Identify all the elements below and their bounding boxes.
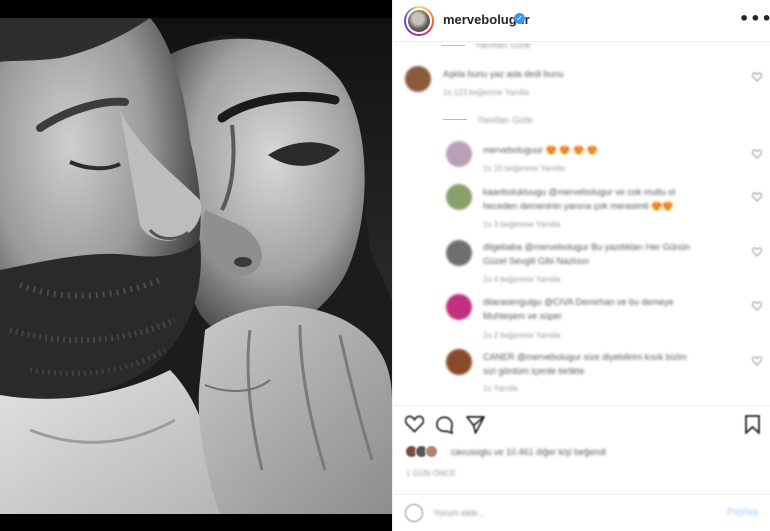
- verified-badge-icon: ✓: [514, 13, 525, 24]
- comment-input[interactable]: Yorum ekle...: [433, 508, 485, 518]
- comment-text-line2: Güzel Sevgili Gibi Nazlısın: [483, 256, 590, 266]
- comment-text: Aşkla bunu yaz ada dedi bunu: [443, 69, 564, 79]
- comment-text: kaanbolukluugu @mervebolugur ve cok mutl…: [483, 187, 676, 197]
- comment-icon[interactable]: [435, 415, 454, 434]
- comment-heart-icon[interactable]: [752, 247, 762, 257]
- comment-avatar[interactable]: [446, 240, 472, 266]
- couple-photo-image: [0, 0, 392, 531]
- comment-avatar[interactable]: [446, 349, 472, 375]
- bookmark-icon[interactable]: [745, 415, 760, 434]
- replies-divider: [441, 45, 465, 46]
- comment-text-line2: sizi gördüm içerde birlikte: [483, 366, 585, 376]
- comment-meta: 1s 4 beğenme Yanıtla: [483, 275, 561, 284]
- heart-icon[interactable]: [405, 415, 424, 433]
- comment-meta: 1s 10 beğenme Yanıtla: [483, 164, 565, 173]
- comment-avatar[interactable]: [446, 141, 472, 167]
- action-bar: [393, 405, 770, 441]
- profile-avatar[interactable]: [404, 6, 434, 36]
- add-comment-bar: Yorum ekle... Paylaş: [393, 494, 770, 531]
- replies-divider: [443, 119, 467, 120]
- instagram-post-window: mervebolugur ✓ ••• Yanıtları Gizle Aşkla…: [0, 0, 770, 531]
- comment-avatar[interactable]: [405, 66, 431, 92]
- comment-meta: 1s 123 beğenme Yanıtla: [443, 88, 529, 97]
- comment-heart-icon[interactable]: [752, 301, 762, 311]
- likes-text: cavusoglu ve 10.461 diğer kişi beğendi: [451, 447, 607, 457]
- comment-heart-icon[interactable]: [752, 149, 762, 159]
- comment-text-line2: Muhteşem ve süper: [483, 311, 563, 321]
- comment-meta: 1s Yanıtla: [483, 384, 518, 393]
- comment-text: dilgebaba @mervebolugur Bu yazdıkları He…: [483, 242, 690, 252]
- comment-text: dilarasengulgu @CIVA Demirhan ve bu deme…: [483, 297, 674, 307]
- post-photo[interactable]: [0, 0, 392, 531]
- comment-text: CANER @mervebolugur size diyebilirim kıs…: [483, 352, 687, 362]
- comment-meta: 1s 2 beğenme Yanıtla: [483, 331, 561, 340]
- comment-text-line2: heceden demeninin yanına çok merasimli 😍…: [483, 201, 674, 211]
- hide-replies-link[interactable]: Yanıtları Gizle: [477, 114, 533, 126]
- post-date: 1 GÜN ÖNCE: [406, 469, 456, 478]
- comments-list: Yanıtları Gizle Aşkla bunu yaz ada dedi …: [393, 43, 770, 403]
- comment-text: merveboluguur 😍 😍 😍 😍: [483, 145, 598, 155]
- comment-heart-icon[interactable]: [752, 72, 762, 82]
- post-comment-button[interactable]: Paylaş: [727, 507, 759, 518]
- comment-heart-icon[interactable]: [752, 192, 762, 202]
- liker-avatar: [425, 445, 438, 458]
- view-replies-link[interactable]: Yanıtları Gizle: [475, 43, 531, 51]
- more-options-icon[interactable]: •••: [739, 9, 770, 28]
- comment-meta: 1s 3 beğenme Yanıtla: [483, 220, 561, 229]
- emoji-icon[interactable]: [405, 504, 423, 522]
- comment-avatar[interactable]: [446, 184, 472, 210]
- comment-heart-icon[interactable]: [752, 356, 762, 366]
- post-side-panel: mervebolugur ✓ ••• Yanıtları Gizle Aşkla…: [392, 0, 770, 531]
- post-header: mervebolugur ✓ •••: [393, 0, 770, 42]
- comment-avatar[interactable]: [446, 294, 472, 320]
- share-icon[interactable]: [466, 415, 485, 434]
